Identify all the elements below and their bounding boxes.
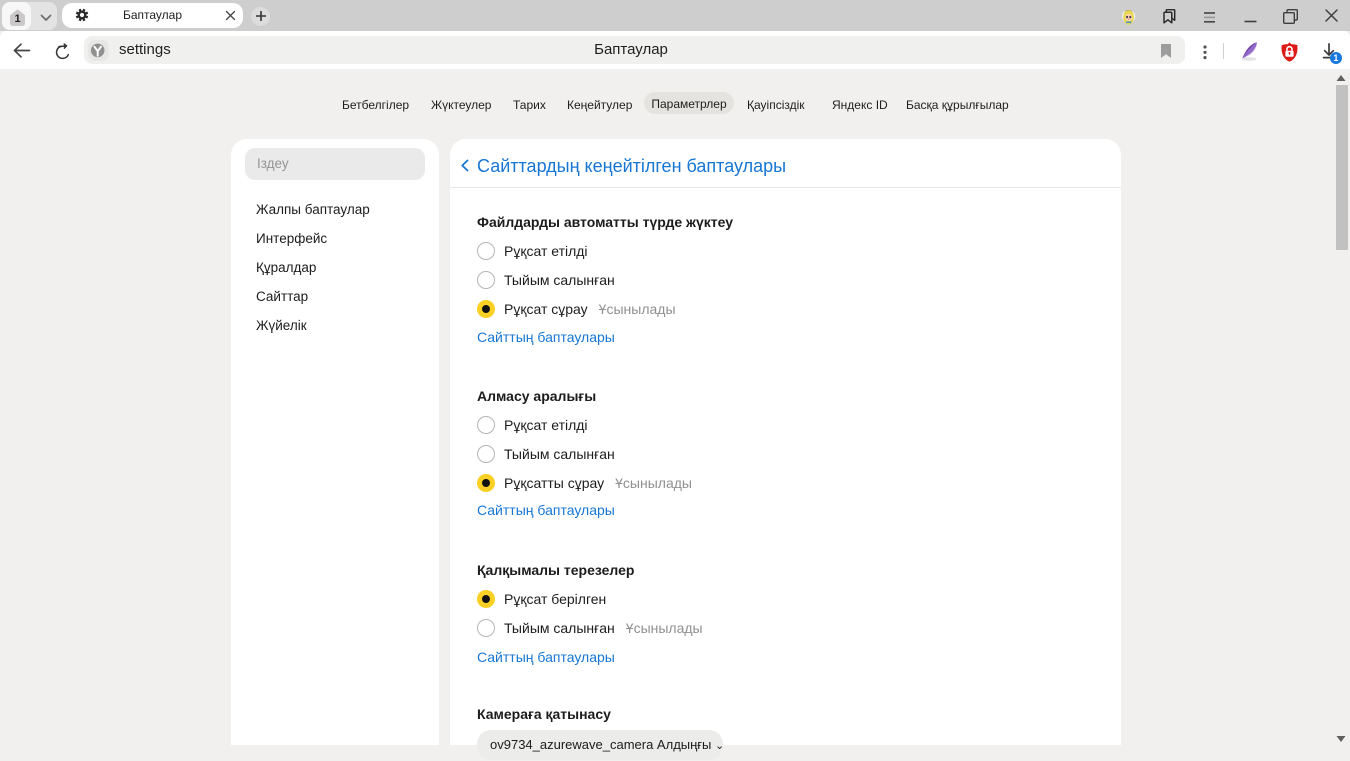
svg-text:1: 1	[15, 13, 21, 25]
